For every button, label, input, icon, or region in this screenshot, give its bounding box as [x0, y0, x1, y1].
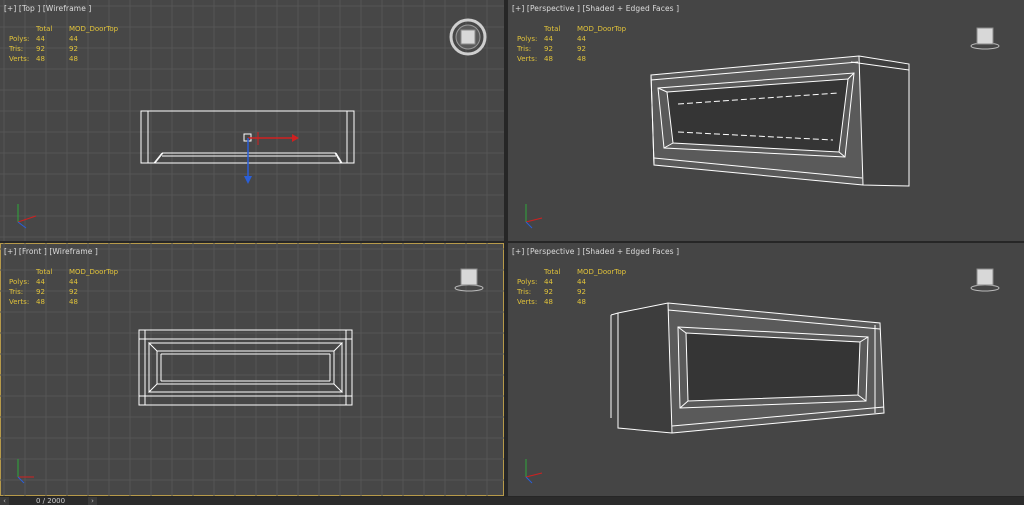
stats-object-tris: 92 — [69, 45, 78, 53]
stats-total-tris: 92 — [544, 45, 553, 53]
axis-tripod — [525, 204, 543, 229]
stats-label-tris: Tris: — [517, 288, 532, 296]
stats-panel: Total MOD_DoorTop Polys: 44 44 Tris: 92 92 Ve… — [517, 267, 637, 307]
viewport-top[interactable]: [+] [Top ] [Wireframe ] Total MOD_DoorTop… — [0, 0, 504, 241]
viewport-front[interactable]: [+] [Front ] [Wireframe ] Total MOD_DoorT… — [0, 243, 504, 496]
stats-header-total: Total — [36, 25, 53, 33]
stats-object-tris: 92 — [577, 288, 586, 296]
stats-label-verts: Verts: — [517, 55, 538, 63]
stats-total-verts: 48 — [544, 55, 553, 63]
move-gizmo — [243, 132, 299, 184]
viewport-label[interactable]: [+] [Perspective ] [Shaded + Edged Faces… — [512, 247, 679, 256]
viewport-perspective-bottom[interactable]: [+] [Perspective ] [Shaded + Edged Faces… — [508, 243, 1024, 496]
chevron-left-icon[interactable]: ‹ — [0, 497, 9, 505]
stats-total-verts: 48 — [544, 298, 553, 306]
stats-label-verts: Verts: — [517, 298, 538, 306]
viewport-layout: [+] [Top ] [Wireframe ] Total MOD_DoorTop… — [0, 0, 1024, 505]
stats-header-total: Total — [36, 268, 53, 276]
stats-label-tris: Tris: — [9, 45, 24, 53]
viewport-label[interactable]: [+] [Front ] [Wireframe ] — [4, 247, 98, 256]
axis-tripod — [525, 459, 543, 484]
stats-label-polys: Polys: — [517, 278, 538, 286]
stats-header-object: MOD_DoorTop — [69, 25, 119, 33]
viewcube-navigator — [970, 27, 1000, 50]
timeline-slider[interactable]: ‹ 0 / 2000 › — [0, 497, 1024, 505]
viewport-perspective-top[interactable]: [+] [Perspective ] [Shaded + Edged Faces… — [508, 0, 1024, 241]
stats-object-verts: 48 — [577, 298, 586, 306]
viewcube-navigator — [449, 18, 487, 56]
stats-panel: Total MOD_DoorTop Polys: 44 44 Tris: 92 92 Ve… — [517, 24, 637, 64]
stats-total-polys: 44 — [544, 278, 553, 286]
stats-header-object: MOD_DoorTop — [69, 268, 119, 276]
perspective-object-1 — [650, 55, 910, 187]
stats-total-tris: 92 — [36, 288, 45, 296]
stats-panel: Total MOD_DoorTop Polys: 44 44 Tris: 92 92 Ve… — [9, 267, 129, 307]
stats-total-tris: 92 — [36, 45, 45, 53]
stats-object-verts: 48 — [69, 55, 78, 63]
stats-total-verts: 48 — [36, 298, 45, 306]
stats-object-polys: 44 — [69, 35, 78, 43]
stats-total-polys: 44 — [36, 278, 45, 286]
axis-tripod — [17, 459, 34, 484]
stats-object-verts: 48 — [577, 55, 586, 63]
timeline-frame-readout[interactable]: 0 / 2000 — [36, 497, 65, 505]
stats-header-total: Total — [544, 25, 561, 33]
viewcube-navigator — [970, 268, 1000, 292]
perspective-object-2 — [610, 302, 885, 434]
stats-label-polys: Polys: — [9, 278, 30, 286]
stats-object-tris: 92 — [577, 45, 586, 53]
stats-label-verts: Verts: — [9, 298, 30, 306]
stats-total-polys: 44 — [36, 35, 45, 43]
stats-total-polys: 44 — [544, 35, 553, 43]
stats-object-polys: 44 — [577, 278, 586, 286]
stats-label-tris: Tris: — [517, 45, 532, 53]
stats-panel: Total MOD_DoorTop Polys: 44 44 Tris: 92 92 Ve… — [9, 24, 129, 64]
stats-label-verts: Verts: — [9, 55, 30, 63]
viewport-label[interactable]: [+] [Top ] [Wireframe ] — [4, 4, 91, 13]
viewcube-navigator — [454, 268, 484, 292]
stats-label-polys: Polys: — [9, 35, 30, 43]
stats-header-object: MOD_DoorTop — [577, 268, 627, 276]
stats-header-total: Total — [544, 268, 561, 276]
stats-label-tris: Tris: — [9, 288, 24, 296]
stats-object-polys: 44 — [69, 278, 78, 286]
stats-header-object: MOD_DoorTop — [577, 25, 627, 33]
stats-object-polys: 44 — [577, 35, 586, 43]
front-wireframe-object — [138, 329, 353, 406]
stats-label-polys: Polys: — [517, 35, 538, 43]
stats-total-verts: 48 — [36, 55, 45, 63]
stats-total-tris: 92 — [544, 288, 553, 296]
chevron-right-icon[interactable]: › — [88, 497, 97, 505]
stats-object-tris: 92 — [69, 288, 78, 296]
stats-object-verts: 48 — [69, 298, 78, 306]
viewport-label[interactable]: [+] [Perspective ] [Shaded + Edged Faces… — [512, 4, 679, 13]
